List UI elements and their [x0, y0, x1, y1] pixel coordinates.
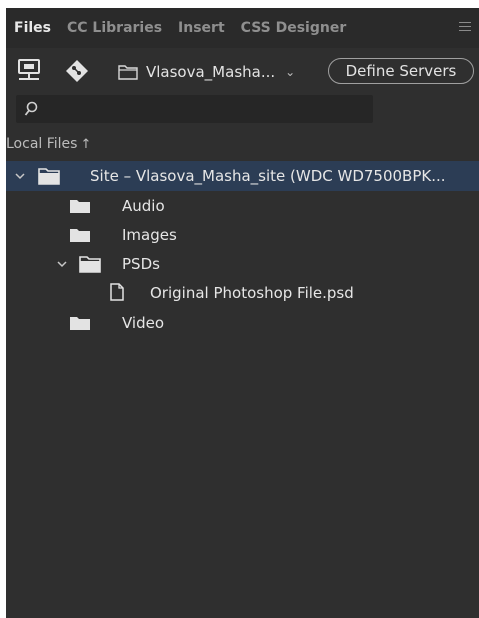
tree-item-label: Original Photoshop File.psd: [150, 284, 354, 302]
tree-row-site[interactable]: Site – Vlasova_Masha_site (WDC WD7500BPK…: [6, 161, 479, 191]
local-files-header[interactable]: Local Files ↑: [6, 136, 91, 152]
tab-insert[interactable]: Insert: [178, 20, 225, 36]
connect-server-icon[interactable]: [16, 59, 42, 83]
tab-cc-libraries[interactable]: CC Libraries: [67, 20, 162, 36]
chevron-down-icon[interactable]: [14, 170, 26, 182]
tree-row-images[interactable]: Images: [6, 220, 479, 250]
file-icon: [110, 283, 124, 301]
folder-icon: [70, 200, 90, 213]
git-icon[interactable]: [64, 59, 90, 83]
files-toolbar: Vlasova_Masha... ⌄ Define Servers: [6, 52, 479, 90]
tree-item-label: Images: [122, 226, 177, 244]
local-files-label: Local Files: [6, 136, 78, 152]
folder-icon: [38, 168, 60, 185]
site-select[interactable]: Vlasova_Masha... ⌄: [112, 59, 324, 85]
tab-files[interactable]: Files: [14, 20, 51, 36]
panel-menu-icon[interactable]: [459, 22, 471, 32]
chevron-down-icon: ⌄: [285, 65, 296, 79]
tab-css-designer[interactable]: CSS Designer: [241, 20, 347, 36]
tree-row-video[interactable]: Video: [6, 308, 479, 338]
search-icon: [24, 101, 38, 116]
tree-row-original-photoshop-file[interactable]: Original Photoshop File.psd: [6, 278, 479, 308]
site-select-value: Vlasova_Masha...: [146, 63, 276, 81]
tree-item-label: Audio: [122, 197, 165, 215]
define-servers-button[interactable]: Define Servers: [328, 58, 474, 84]
files-panel: Files CC Libraries Insert CSS Designer V…: [6, 8, 479, 618]
tree-row-audio[interactable]: Audio: [6, 191, 479, 221]
search-field[interactable]: [16, 95, 373, 123]
folder-icon: [70, 317, 90, 330]
folder-open-icon: [79, 256, 101, 273]
tree-item-label: Video: [122, 314, 165, 332]
folder-icon: [70, 229, 90, 242]
tree-row-psds[interactable]: PSDs: [6, 249, 479, 279]
folder-outline-icon: [118, 65, 138, 80]
tree-item-label: PSDs: [122, 255, 160, 273]
up-arrow-icon: ↑: [80, 137, 92, 152]
search-input[interactable]: [46, 99, 370, 121]
chevron-down-icon[interactable]: [56, 258, 68, 270]
tree-item-label: Site – Vlasova_Masha_site (WDC WD7500BPK…: [90, 167, 446, 185]
panel-tab-bar: Files CC Libraries Insert CSS Designer: [6, 8, 479, 48]
